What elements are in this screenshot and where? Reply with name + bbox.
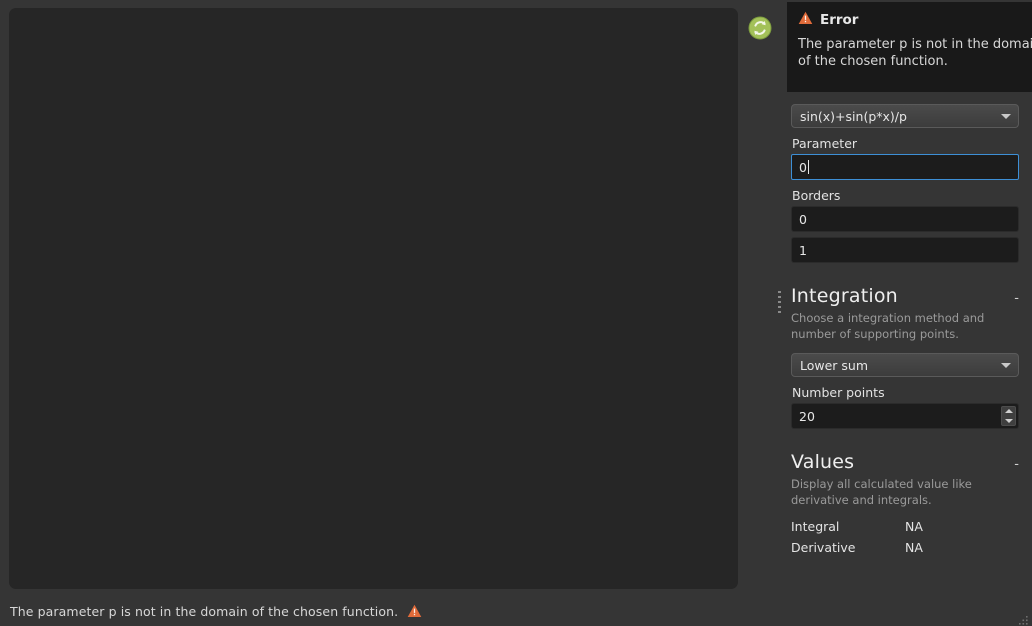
integration-collapse-toggle[interactable]: - (1014, 291, 1023, 306)
border-lower-input[interactable]: 0 (791, 206, 1019, 232)
integration-section: Integration - Choose a integration metho… (778, 285, 1032, 430)
borders-label: Borders (792, 188, 841, 203)
integration-method-select[interactable]: Lower sum (791, 353, 1019, 378)
error-notification: Error The parameter p is not in the doma… (787, 2, 1032, 92)
warning-triangle-icon (407, 604, 422, 618)
error-title: Error (820, 11, 859, 28)
stepper-up-icon[interactable] (1004, 409, 1013, 414)
value-number: NA (905, 540, 923, 556)
application-window: Error The parameter p is not in the doma… (0, 0, 1032, 626)
parameter-label: Parameter (792, 136, 858, 151)
error-header: Error (798, 10, 1032, 29)
values-description: Display all calculated value like deriva… (791, 477, 972, 507)
integration-description: Choose a integration method and number o… (791, 311, 985, 341)
value-row-derivative: Derivative NA (791, 540, 1032, 555)
values-section: Values - Display all calculated value li… (791, 451, 1032, 555)
parameter-input[interactable]: 0 (791, 154, 1019, 180)
number-points-stepper[interactable] (1001, 406, 1016, 427)
status-message: The parameter p is not in the domain of … (10, 603, 399, 619)
warning-triangle-icon (798, 10, 813, 29)
border-upper-value: 1 (799, 242, 807, 258)
text-caret (807, 160, 809, 174)
number-points-spinbox[interactable]: 20 (791, 403, 1019, 430)
values-body: Integral NA Derivative NA (791, 519, 1032, 555)
integration-body: Lower sum Number points 20 (791, 353, 1032, 430)
values-section-header[interactable]: Values - (791, 451, 1023, 473)
border-lower-value: 0 (799, 211, 807, 227)
control-panel: Error The parameter p is not in the doma… (744, 0, 1032, 596)
value-number: NA (905, 519, 923, 535)
window-resize-grip[interactable] (1017, 611, 1029, 625)
integration-title: Integration (791, 285, 898, 307)
values-title: Values (791, 451, 855, 474)
integration-method-value: Lower sum (800, 357, 869, 373)
chevron-down-icon (1001, 114, 1011, 119)
value-key: Derivative (791, 540, 856, 556)
number-points-label: Number points (792, 385, 885, 401)
parameter-input-value: 0 (799, 159, 807, 175)
function-select[interactable]: sin(x)+sin(p*x)/p (791, 104, 1019, 128)
status-bar: The parameter p is not in the domain of … (0, 596, 1032, 626)
border-upper-input[interactable]: 1 (791, 237, 1019, 263)
values-collapse-toggle[interactable]: - (1014, 457, 1023, 472)
controls-stack: sin(x)+sin(p*x)/p Parameter 0 Borders 0 … (778, 104, 1032, 561)
value-row-integral: Integral NA (791, 519, 1032, 534)
error-message: The parameter p is not in the domain of … (798, 37, 1032, 70)
function-plot-canvas[interactable] (9, 8, 738, 589)
integration-section-header[interactable]: Integration - (791, 285, 1023, 307)
stepper-down-icon[interactable] (1004, 419, 1013, 424)
drag-handle-icon[interactable] (778, 291, 781, 317)
value-key: Integral (791, 519, 840, 535)
number-points-value: 20 (799, 408, 815, 424)
chevron-down-icon (1001, 363, 1011, 369)
refresh-icon[interactable] (748, 16, 772, 40)
function-select-value: sin(x)+sin(p*x)/p (800, 108, 907, 124)
